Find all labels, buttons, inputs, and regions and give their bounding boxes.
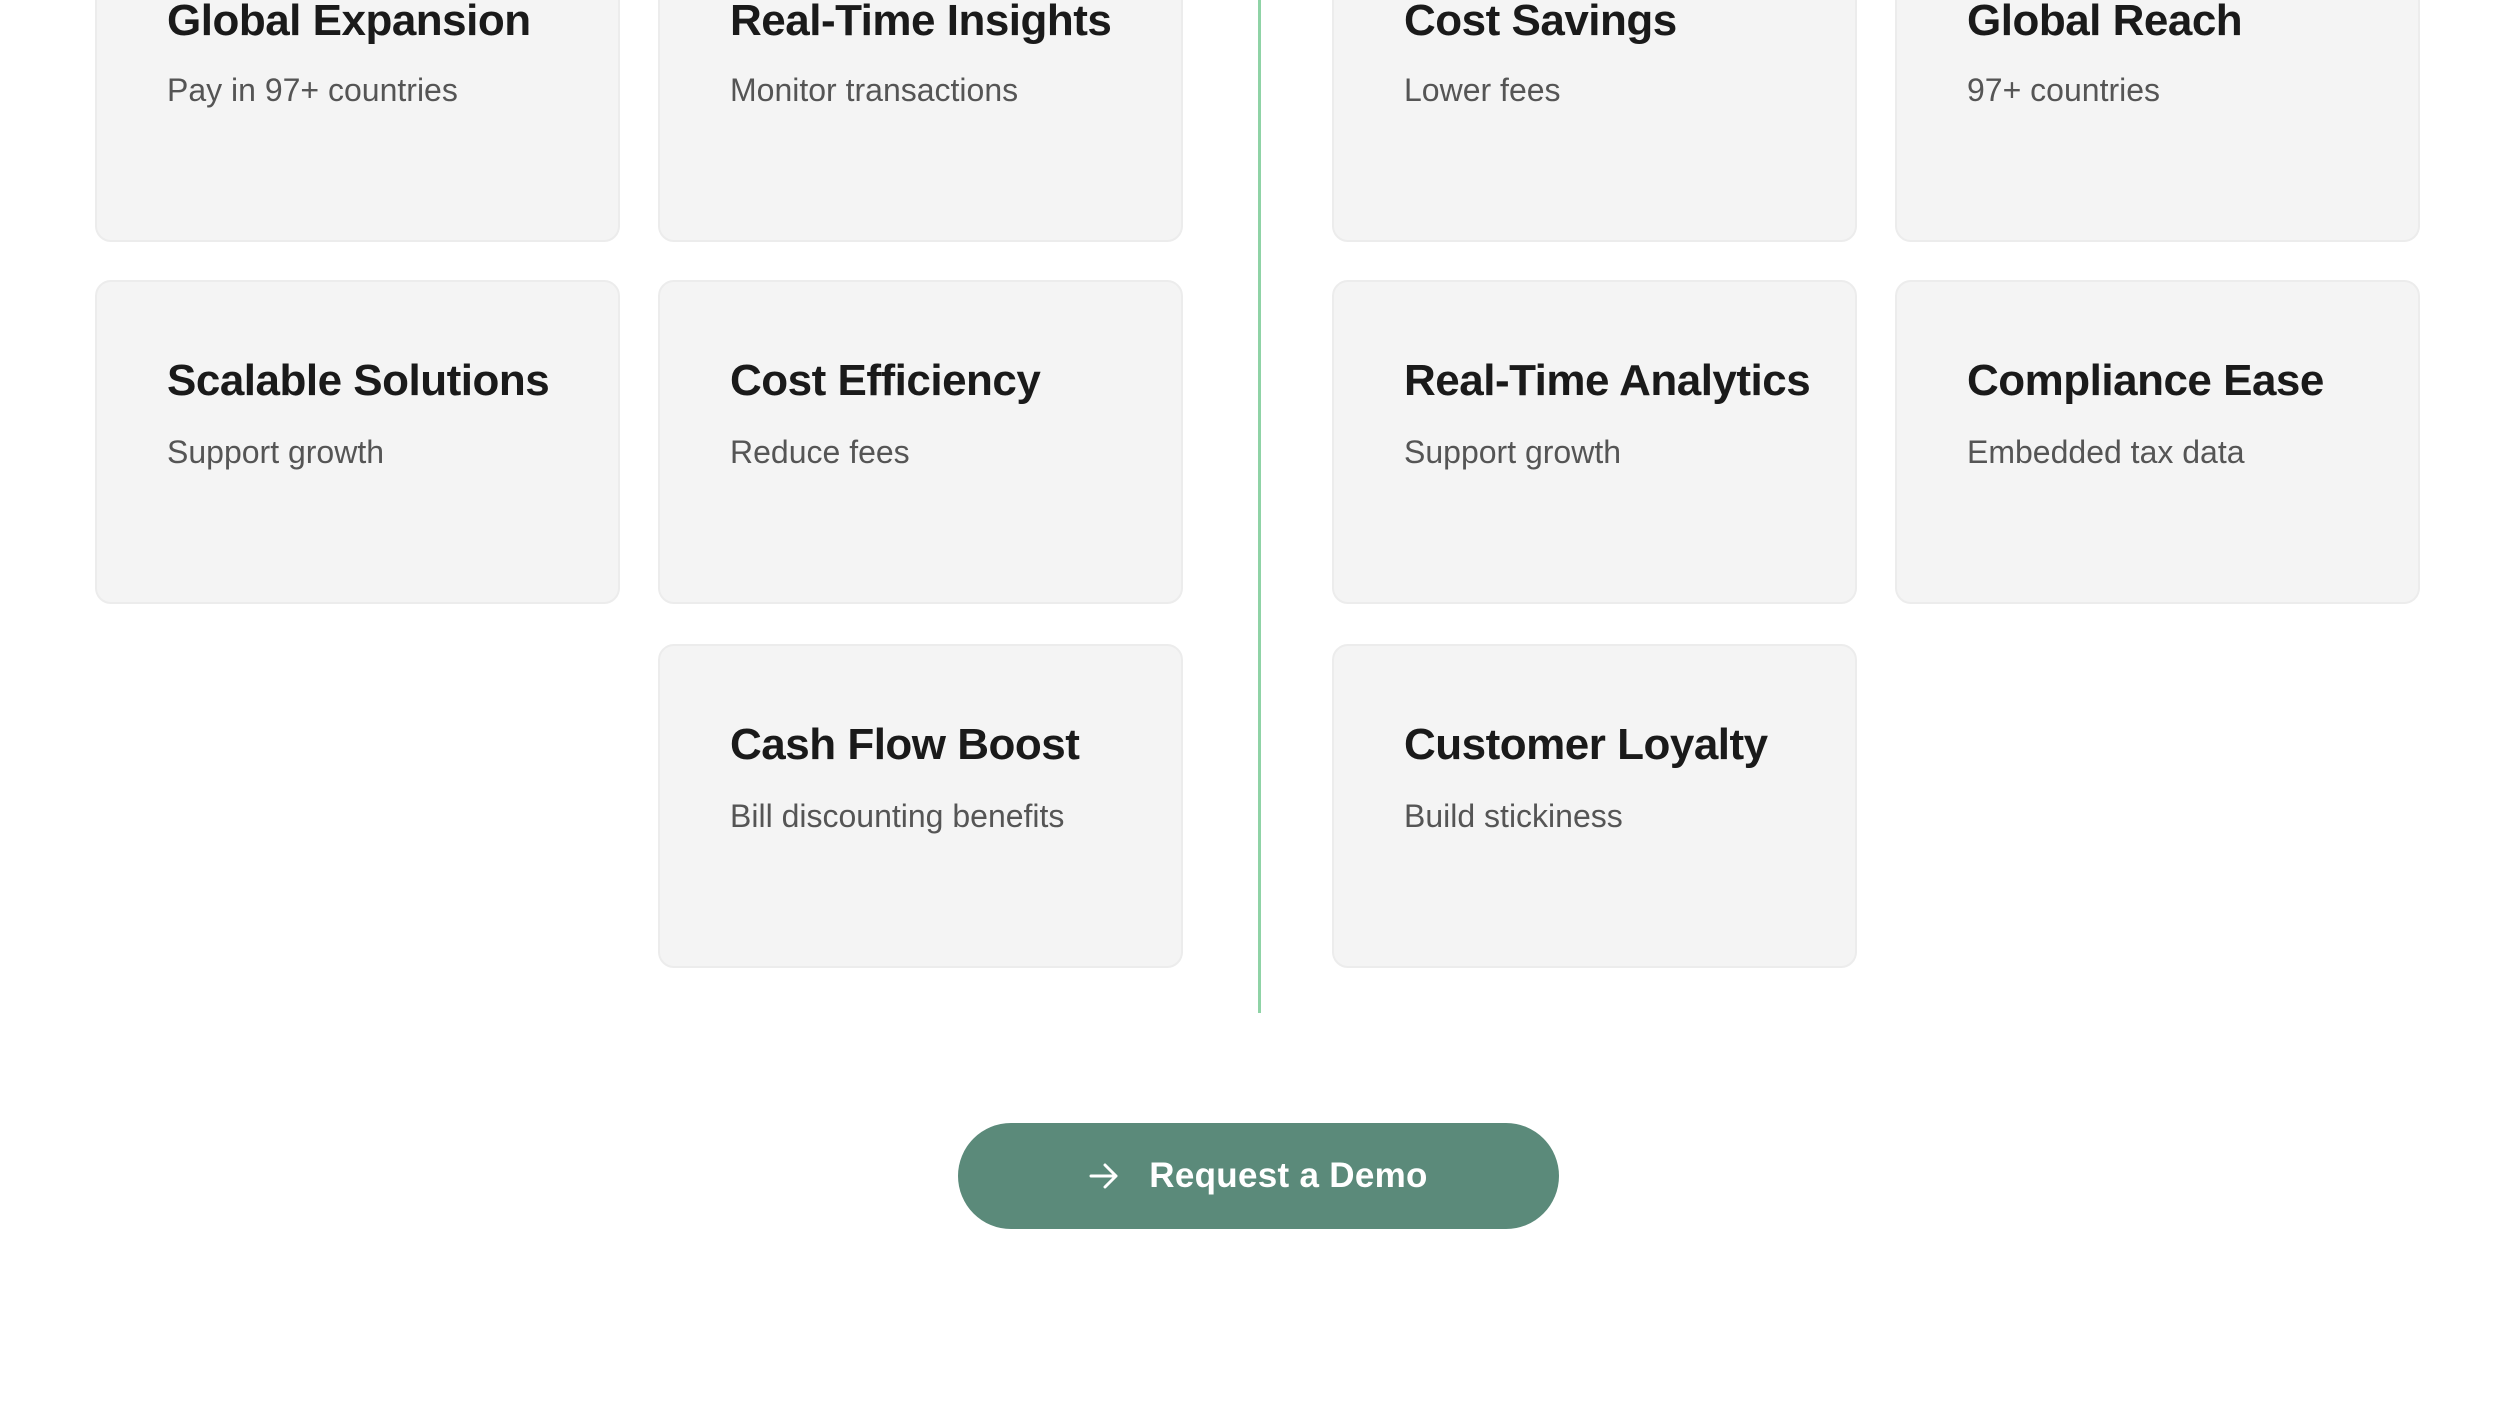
feature-card-title: Cost Savings: [1404, 0, 1677, 45]
feature-card-description: Build stickiness: [1404, 798, 1623, 834]
feature-card-description: Reduce fees: [730, 434, 910, 470]
feature-card-customer-loyalty: Customer Loyalty Build stickiness: [1332, 644, 1857, 968]
feature-card-scalable-solutions: Scalable Solutions Support growth: [95, 280, 620, 604]
feature-card-title: Scalable Solutions: [167, 356, 550, 405]
arrow-right-icon: [1089, 1163, 1118, 1189]
feature-card-title: Global Expansion: [167, 0, 531, 45]
feature-card-description: Embedded tax data: [1967, 434, 2245, 470]
feature-card-description: Bill discounting benefits: [730, 798, 1065, 834]
feature-card-title: Compliance Ease: [1967, 356, 2324, 405]
feature-card-cost-efficiency: Cost Efficiency Reduce fees: [658, 280, 1183, 604]
feature-card-title: Global Reach: [1967, 0, 2243, 45]
feature-card-title: Cash Flow Boost: [730, 720, 1080, 769]
feature-card-title: Cost Efficiency: [730, 356, 1041, 405]
feature-card-real-time-analytics: Real-Time Analytics Support growth: [1332, 280, 1857, 604]
request-demo-label: Request a Demo: [1149, 1156, 1428, 1195]
feature-card-description: Monitor transactions: [730, 72, 1019, 108]
feature-card-description: Support growth: [1404, 434, 1622, 470]
feature-card-title: Real-Time Insights: [730, 0, 1112, 45]
feature-card-cash-flow-boost: Cash Flow Boost Bill discounting benefit…: [658, 644, 1183, 968]
section-divider: [1258, 0, 1261, 1013]
feature-card-description: Pay in 97+ countries: [167, 72, 458, 108]
feature-card-description: Support growth: [167, 434, 385, 470]
feature-card-description: 97+ countries: [1967, 72, 2161, 108]
feature-card-compliance-ease: Compliance Ease Embedded tax data: [1895, 280, 2420, 604]
feature-card-global-reach: Global Reach 97+ countries: [1895, 0, 2420, 242]
request-demo-button[interactable]: Request a Demo: [958, 1123, 1559, 1229]
feature-card-real-time-insights: Real-Time Insights Monitor transactions: [658, 0, 1183, 242]
feature-card-title: Real-Time Analytics: [1404, 356, 1811, 405]
feature-card-cost-savings: Cost Savings Lower fees: [1332, 0, 1857, 242]
feature-card-description: Lower fees: [1404, 72, 1561, 108]
feature-card-title: Customer Loyalty: [1404, 720, 1768, 769]
feature-card-global-expansion: Global Expansion Pay in 97+ countries: [95, 0, 620, 242]
